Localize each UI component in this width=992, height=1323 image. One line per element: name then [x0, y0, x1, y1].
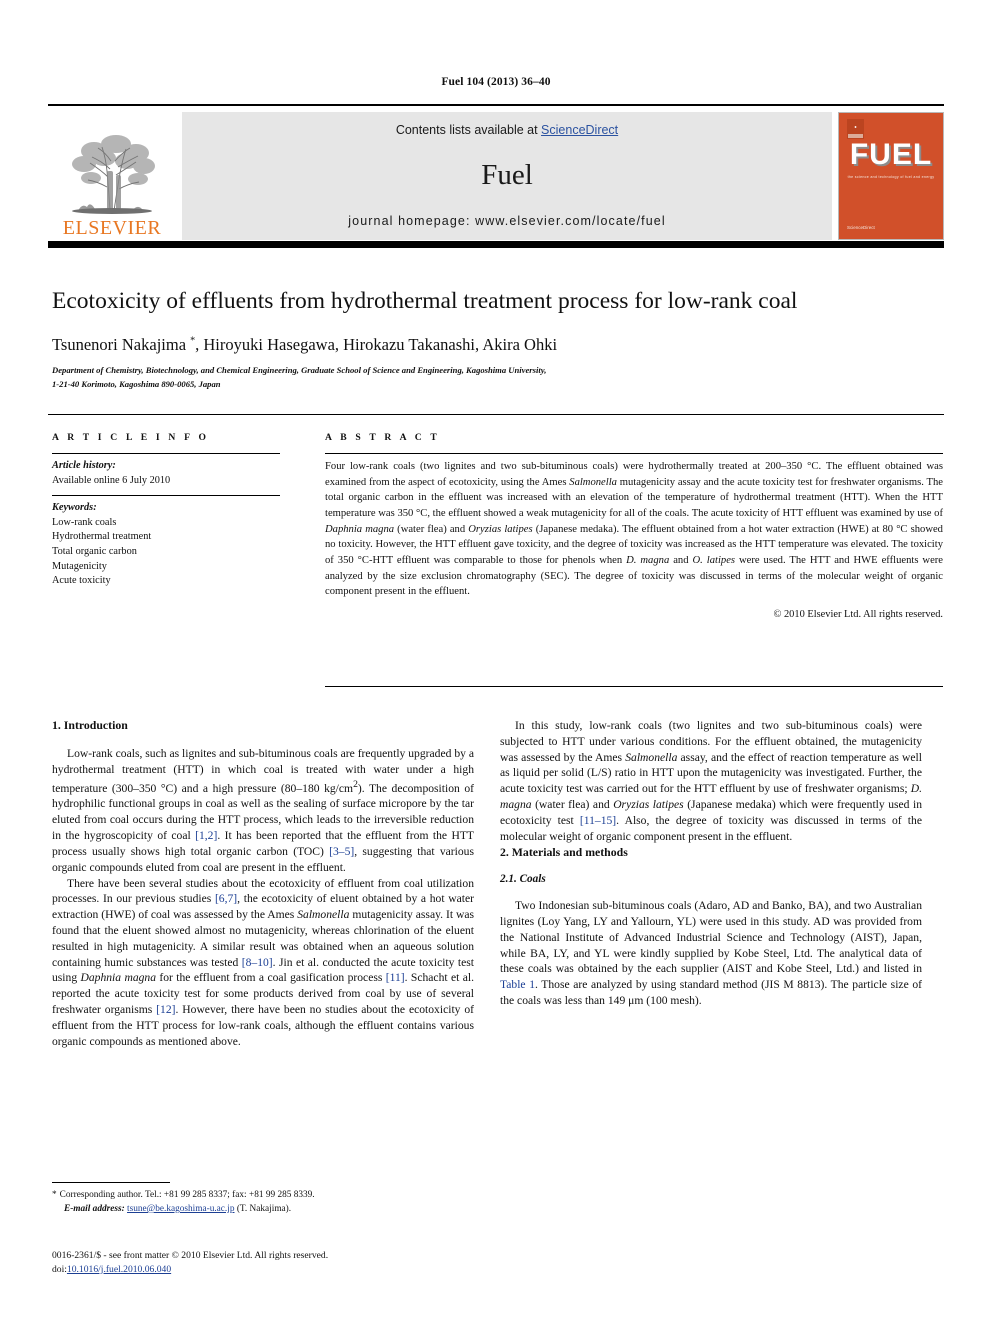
- title-bottom-rule: [48, 414, 944, 415]
- abstract-bottom-rule: [325, 686, 943, 687]
- author-list: Tsunenori Nakajima *, Hiroyuki Hasegawa,…: [52, 335, 942, 355]
- corresponding-author-text: Corresponding author. Tel.: +81 99 285 8…: [59, 1190, 315, 1200]
- cover-footer-text: ScienceDirect: [847, 225, 875, 230]
- keyword-item: Acute toxicity: [52, 575, 111, 587]
- running-head: Fuel 104 (2013) 36–40: [441, 76, 551, 88]
- subsection-heading-coals: 2.1. Coals: [500, 872, 546, 885]
- elsevier-tree-icon: [64, 131, 160, 217]
- keyword-item: Total organic carbon: [52, 546, 137, 558]
- article-history-value: Available online 6 July 2010: [52, 474, 171, 486]
- intro-paragraph-2: There have been several studies about th…: [52, 876, 475, 1048]
- corresponding-author-marker: *: [52, 1190, 57, 1200]
- email-suffix: (T. Nakajima).: [236, 1203, 292, 1214]
- keyword-item: Hydrothermal treatment: [52, 531, 152, 543]
- doi-label: doi:: [52, 1263, 67, 1275]
- body-column-left: 1. Introduction Low-rank coals, such as …: [52, 718, 474, 1049]
- cover-tagline: the science and technology of fuel and e…: [847, 175, 935, 179]
- section-heading-introduction: 1. Introduction: [52, 718, 128, 732]
- footnote-rule: [52, 1182, 170, 1183]
- article-history-block: Article history: Available online 6 July…: [52, 459, 280, 495]
- masthead-bottom-bar: [48, 241, 944, 248]
- abstract-text: Four low-rank coals (two lignites and tw…: [325, 461, 944, 598]
- intro-paragraph-3: In this study, low-rank coals (two ligni…: [500, 719, 922, 843]
- cover-elsevier-icon: [847, 119, 864, 139]
- keyword-item: Mutagenicity: [52, 560, 107, 572]
- affiliation: Department of Chemistry, Biotechnology, …: [52, 364, 752, 392]
- keyword-item: Low-rank coals: [52, 516, 117, 528]
- imprint-block: 0016-2361/$ - see front matter © 2010 El…: [52, 1249, 482, 1277]
- journal-band: Contents lists available at ScienceDirec…: [182, 112, 832, 240]
- article-info-column: A R T I C L E I N F O Article history: A…: [52, 432, 280, 596]
- affiliation-line-1: Department of Chemistry, Biotechnology, …: [52, 365, 547, 375]
- keywords-block: Keywords: Low-rank coals Hydrothermal tr…: [52, 501, 280, 596]
- doi-line: doi:10.1016/j.fuel.2010.06.040: [52, 1263, 482, 1277]
- article-info-rule-top: [52, 453, 280, 454]
- abstract-column: A B S T R A C T Four low-rank coals (two…: [325, 432, 943, 620]
- footnote-block: * Corresponding author. Tel.: +81 99 285 …: [52, 1189, 477, 1217]
- abstract-copyright: © 2010 Elsevier Ltd. All rights reserved…: [773, 609, 944, 621]
- elsevier-logo: ELSEVIER: [48, 112, 176, 240]
- elsevier-wordmark: ELSEVIER: [62, 217, 162, 239]
- issn-line: 0016-2361/$ - see front matter © 2010 El…: [52, 1250, 329, 1261]
- article-info-rule-mid: [52, 495, 280, 497]
- contents-available-line: Contents lists available at ScienceDirec…: [396, 123, 618, 137]
- journal-homepage-link[interactable]: journal homepage: www.elsevier.com/locat…: [348, 214, 665, 228]
- intro-paragraph-1: Low-rank coals, such as lignites and sub…: [52, 747, 474, 874]
- email-line: E-mail address: tsune@be.kagoshima-u.ac.…: [52, 1203, 477, 1217]
- section-heading-materials-and-methods: 2. Materials and methods: [500, 844, 628, 859]
- contents-prefix: Contents lists available at: [395, 123, 542, 137]
- coals-paragraph-1: Two Indonesian sub-bituminous coals (Ada…: [500, 899, 922, 1007]
- journal-article-page: Fuel 104 (2013) 36–40 ELSEVIER Contents …: [0, 0, 992, 1323]
- page-title: Ecotoxicity of effluents from hydrotherm…: [52, 288, 798, 314]
- email-link[interactable]: tsune@be.kagoshima-u.ac.jp: [127, 1204, 234, 1214]
- keywords-label: Keywords:: [52, 502, 97, 514]
- cover-wordmark: FUEL: [849, 138, 933, 171]
- article-info-heading: A R T I C L E I N F O: [52, 432, 210, 443]
- email-label: E-mail address:: [64, 1203, 125, 1214]
- abstract-rule-top: [325, 453, 943, 454]
- journal-cover-thumbnail: FUEL the science and technology of fuel …: [838, 112, 944, 240]
- body-column-right: In this study, low-rank coals (two ligni…: [500, 718, 922, 1009]
- abstract-heading: A B S T R A C T: [325, 432, 440, 443]
- journal-title: Fuel: [481, 159, 533, 191]
- journal-masthead: ELSEVIER Contents lists available at Sci…: [48, 104, 944, 240]
- sciencedirect-link[interactable]: ScienceDirect: [541, 123, 618, 137]
- doi-link[interactable]: 10.1016/j.fuel.2010.06.040: [67, 1264, 171, 1275]
- article-history-label: Article history:: [52, 460, 116, 471]
- author-names: Tsunenori Nakajima *, Hiroyuki Hasegawa,…: [52, 335, 558, 354]
- affiliation-line-2: 1-21-40 Korimoto, Kagoshima 890-0065, Ja…: [52, 378, 221, 389]
